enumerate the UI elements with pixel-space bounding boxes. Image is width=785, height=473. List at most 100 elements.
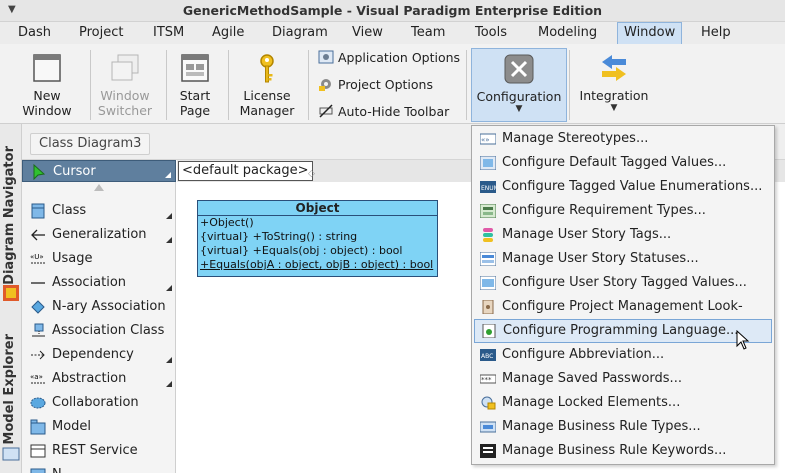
window-switcher-button[interactable]: Window Switcher <box>94 48 156 122</box>
menu-item-configure-tagged-value-enumerations[interactable]: ENUM Configure Tagged Value Enumerations… <box>474 175 772 199</box>
diagram-navigator-tab[interactable]: Diagram Navigator <box>0 132 22 302</box>
lock-icon <box>481 396 496 410</box>
more-options-icon <box>166 213 172 219</box>
menu-item-manage-saved-passwords[interactable]: *** Manage Saved Passwords... <box>474 367 772 391</box>
menu-item-configure-default-tagged-values[interactable]: Configure Default Tagged Values... <box>474 151 772 175</box>
menu-item-configure-project-management-lookups[interactable]: Configure Project Management Look-ups... <box>474 295 772 338</box>
menu-item-configure-user-story-tagged-values[interactable]: Configure User Story Tagged Values... <box>474 271 772 295</box>
palette-item-association-class[interactable]: Association Class <box>22 320 176 342</box>
menu-window[interactable]: Window <box>617 22 683 44</box>
toolbar-separator <box>228 50 229 120</box>
menu-item-manage-locked-elements[interactable]: Manage Locked Elements... <box>474 391 772 415</box>
window-title: GenericMethodSample - Visual Paradigm En… <box>182 3 603 18</box>
palette-item-nary-association[interactable]: N-ary Association <box>22 296 176 318</box>
title-bar: ▼ GenericMethodSample - Visual Paradigm … <box>0 0 785 22</box>
menu-item-configure-programming-language[interactable]: Configure Programming Language... <box>474 319 772 343</box>
class-shape-object[interactable]: Object +Object() {virtual} +ToString() :… <box>197 200 438 277</box>
diagram-navigator-icon <box>0 282 22 304</box>
palette-scroll-up-icon[interactable] <box>94 184 104 191</box>
class-icon <box>31 203 45 219</box>
configuration-button[interactable]: Configuration ▼ <box>471 48 567 122</box>
programming-language-icon <box>482 324 496 338</box>
new-window-label: New Window <box>22 88 72 118</box>
dependency-icon <box>31 350 45 360</box>
stereotype-icon: «» <box>480 133 496 145</box>
application-options-button[interactable]: Application Options <box>318 48 460 68</box>
palette-item-dependency[interactable]: Dependency <box>22 344 176 366</box>
menu-agile[interactable]: Agile <box>206 22 250 44</box>
tools-icon <box>504 54 534 84</box>
more-options-icon <box>166 381 172 387</box>
generalization-icon <box>31 229 45 241</box>
menu-item-manage-business-rule-types[interactable]: Manage Business Rule Types... <box>474 415 772 439</box>
palette-item-cursor[interactable]: Cursor <box>22 160 176 182</box>
menu-project[interactable]: Project <box>73 22 129 44</box>
window-switcher-label: Window Switcher <box>97 88 153 118</box>
start-page-icon <box>181 54 209 82</box>
menu-modeling[interactable]: Modeling <box>532 22 603 44</box>
svg-text:«U»: «U» <box>30 253 44 261</box>
menu-view[interactable]: View <box>346 22 389 44</box>
svg-text:«a»: «a» <box>30 373 43 381</box>
integration-button[interactable]: Integration ▼ <box>578 48 650 122</box>
project-options-icon <box>319 79 331 91</box>
menu-item-manage-stereotypes[interactable]: «» Manage Stereotypes... <box>474 127 772 151</box>
toolbar-separator <box>90 50 91 120</box>
menu-tools[interactable]: Tools <box>469 22 513 44</box>
chevron-down-icon: ▼ <box>610 103 618 113</box>
start-page-button[interactable]: Start Page <box>172 48 218 122</box>
palette-item-class[interactable]: Class <box>22 200 176 222</box>
palette-item-next[interactable]: N... <box>22 464 176 473</box>
menu-dash[interactable]: Dash <box>12 22 57 44</box>
next-item-icon <box>30 468 46 473</box>
toolbar-separator <box>466 50 467 120</box>
menu-bar: Dash Project ITSM Agile Diagram View Tea… <box>0 22 785 44</box>
business-rule-keywords-icon <box>480 444 496 458</box>
more-options-icon <box>166 285 172 291</box>
svg-text:«»: «» <box>481 136 490 144</box>
association-icon <box>31 282 45 284</box>
model-explorer-tab[interactable]: Model Explorer <box>0 320 22 445</box>
menu-itsm[interactable]: ITSM <box>147 22 190 44</box>
class-operation: {virtual} +ToString() : string <box>200 230 358 243</box>
class-operation: +Object() <box>200 216 254 229</box>
window-switcher-icon <box>111 54 139 81</box>
palette-item-rest-service[interactable]: REST Service <box>22 440 176 462</box>
menu-item-manage-user-story-statuses[interactable]: Manage User Story Statuses... <box>474 247 772 271</box>
breadcrumb[interactable]: Class Diagram3 <box>30 133 151 155</box>
key-icon <box>260 54 274 83</box>
class-operation-static: +Equals(objA : object, objB : object) : … <box>200 258 434 271</box>
model-icon <box>30 419 46 435</box>
menu-diagram[interactable]: Diagram <box>266 22 334 44</box>
user-story-tagged-values-icon <box>480 276 496 290</box>
auto-hide-toolbar-button[interactable]: Auto-Hide Toolbar <box>318 102 449 122</box>
menu-team[interactable]: Team <box>405 22 451 44</box>
abstraction-icon: «a» <box>30 373 45 384</box>
class-operation: {virtual} +Equals(obj : object) : bool <box>200 244 403 257</box>
menu-item-configure-abbreviation[interactable]: ABC Configure Abbreviation... <box>474 343 772 367</box>
package-label[interactable]: <default package> <box>178 161 313 181</box>
project-options-button[interactable]: Project Options <box>318 75 433 95</box>
palette-item-abstraction[interactable]: «a» Abstraction <box>22 368 176 390</box>
user-story-status-icon <box>480 252 496 266</box>
menu-item-manage-business-rule-keywords[interactable]: Manage Business Rule Keywords... <box>474 439 772 463</box>
palette-item-collaboration[interactable]: Collaboration <box>22 392 176 414</box>
association-class-icon <box>32 323 45 337</box>
palette-item-usage[interactable]: «U» Usage <box>22 248 176 270</box>
start-page-label: Start Page <box>179 88 211 118</box>
license-manager-label: License Manager <box>239 88 295 118</box>
new-window-button[interactable]: New Window <box>18 48 76 122</box>
menu-help[interactable]: Help <box>695 22 737 44</box>
svg-text:ENUM: ENUM <box>481 185 496 192</box>
palette-item-model[interactable]: Model <box>22 416 176 438</box>
menu-item-configure-requirement-types[interactable]: Configure Requirement Types... <box>474 199 772 223</box>
palette-item-generalization[interactable]: Generalization <box>22 224 176 246</box>
mouse-pointer-icon <box>736 330 750 350</box>
integration-label: Integration <box>579 88 649 103</box>
business-rule-types-icon <box>480 421 496 433</box>
class-name: Object <box>198 201 437 216</box>
menu-item-manage-user-story-tags[interactable]: Manage User Story Tags... <box>474 223 772 247</box>
license-manager-button[interactable]: License Manager <box>236 48 298 122</box>
more-options-icon <box>166 237 172 243</box>
palette-item-association[interactable]: Association <box>22 272 176 294</box>
